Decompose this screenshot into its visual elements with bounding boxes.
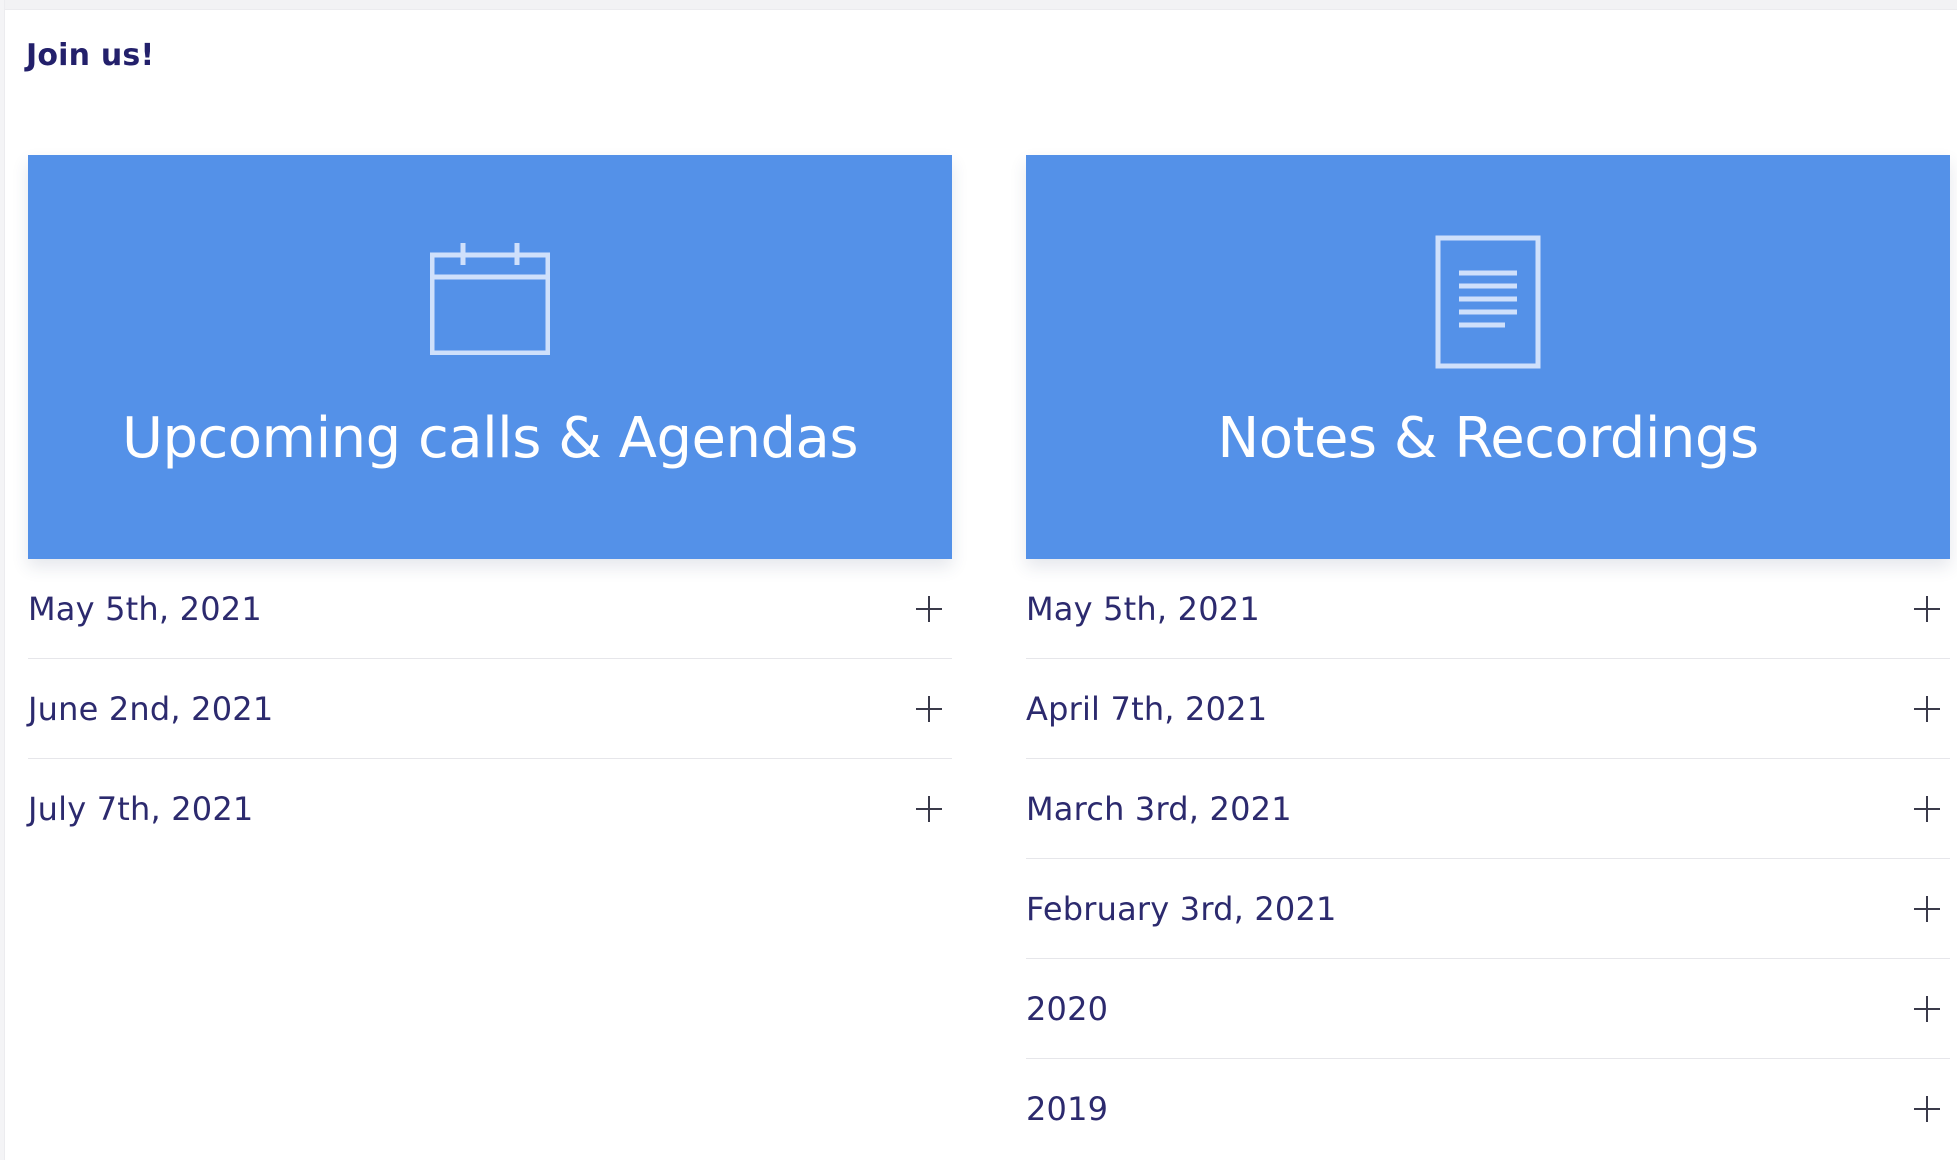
upcoming-calls-section: Upcoming calls & Agendas May 5th, 2021 J…: [28, 155, 952, 859]
accordion-item-label: February 3rd, 2021: [1026, 889, 1337, 928]
accordion-item[interactable]: June 2nd, 2021: [28, 659, 952, 759]
accordion-item-label: July 7th, 2021: [28, 790, 254, 828]
accordion-item[interactable]: 2019: [1026, 1059, 1950, 1159]
plus-icon[interactable]: [916, 796, 942, 822]
accordion-item-label: May 5th, 2021: [1026, 589, 1260, 628]
plus-icon[interactable]: [1914, 895, 1940, 922]
notes-recordings-section: Notes & Recordings May 5th, 2021 April 7…: [1026, 155, 1950, 1159]
plus-icon[interactable]: [1914, 1096, 1940, 1122]
accordion-item[interactable]: July 7th, 2021: [28, 759, 952, 859]
accordion-item-label: June 2nd, 2021: [28, 689, 274, 728]
accordion-item-label: March 3rd, 2021: [1026, 789, 1292, 828]
plus-icon[interactable]: [916, 695, 942, 722]
document-icon: [1435, 235, 1541, 369]
notes-recordings-card[interactable]: Notes & Recordings: [1026, 155, 1950, 559]
top-border: [0, 0, 1957, 10]
accordion-item[interactable]: May 5th, 2021: [28, 559, 952, 659]
upcoming-calls-label: Upcoming calls & Agendas: [121, 406, 859, 471]
notes-recordings-list: May 5th, 2021 April 7th, 2021 March 3rd,…: [1026, 559, 1950, 1159]
accordion-item[interactable]: February 3rd, 2021: [1026, 859, 1950, 959]
accordion-item[interactable]: March 3rd, 2021: [1026, 759, 1950, 859]
left-border: [0, 0, 5, 1160]
plus-icon[interactable]: [1914, 595, 1940, 622]
accordion-item[interactable]: May 5th, 2021: [1026, 559, 1950, 659]
plus-icon[interactable]: [1914, 695, 1940, 722]
accordion-item-label: April 7th, 2021: [1026, 689, 1268, 728]
calendar-icon: [430, 243, 550, 355]
upcoming-calls-list: May 5th, 2021 June 2nd, 2021 July 7th, 2…: [28, 559, 952, 859]
accordion-item-label: 2020: [1026, 989, 1109, 1028]
page: Join us! Upcoming calls & Agendas May 5t…: [0, 0, 1957, 1160]
plus-icon[interactable]: [916, 595, 942, 622]
accordion-item-label: May 5th, 2021: [28, 589, 262, 628]
accordion-item-label: 2019: [1026, 1090, 1109, 1128]
plus-icon[interactable]: [1914, 995, 1940, 1022]
page-title: Join us!: [26, 38, 155, 73]
accordion-item[interactable]: April 7th, 2021: [1026, 659, 1950, 759]
plus-icon[interactable]: [1914, 795, 1940, 822]
upcoming-calls-card[interactable]: Upcoming calls & Agendas: [28, 155, 952, 559]
accordion-item[interactable]: 2020: [1026, 959, 1950, 1059]
notes-recordings-label: Notes & Recordings: [1217, 406, 1759, 471]
